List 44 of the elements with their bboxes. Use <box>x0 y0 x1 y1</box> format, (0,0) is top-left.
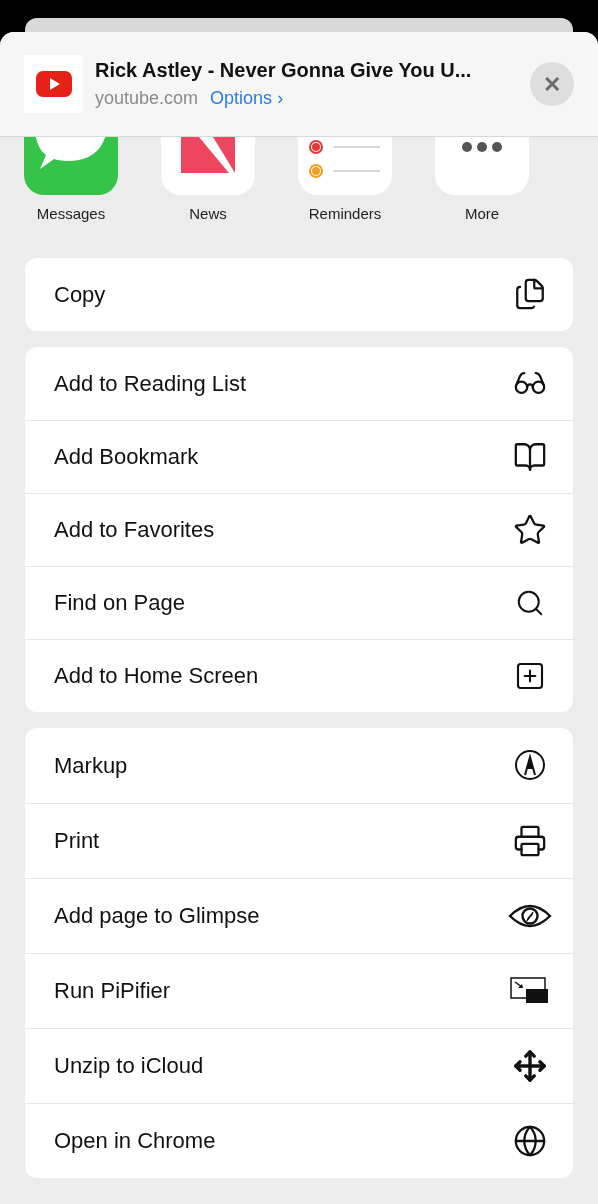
page-title: Rick Astley - Never Gonna Give You U... <box>95 57 473 83</box>
news-app-icon[interactable] <box>161 137 255 195</box>
reminders-app-icon[interactable] <box>298 137 392 195</box>
globe-icon <box>513 1123 547 1158</box>
documents-icon <box>513 277 547 311</box>
messages-app-icon[interactable] <box>24 137 118 195</box>
action-label: Add to Reading List <box>54 369 247 398</box>
action-row[interactable]: Run PiPifier <box>25 952 573 1028</box>
action-label: Add page to Glimpse <box>54 902 260 930</box>
action-row[interactable]: Markup <box>25 727 573 803</box>
action-row[interactable]: Add page to Glimpse <box>25 877 573 953</box>
action-row[interactable]: Add Bookmark <box>25 419 573 493</box>
printer-icon <box>513 823 547 858</box>
action-row[interactable]: Unzip to iCloud <box>25 1027 573 1103</box>
star-icon <box>513 512 547 547</box>
options-link[interactable]: Options › <box>210 84 284 112</box>
action-row[interactable]: Open in Chrome <box>25 1102 573 1178</box>
app-label: Messages <box>36 204 106 224</box>
picture-in-picture-icon <box>510 976 550 1005</box>
more-icon[interactable] <box>435 137 529 195</box>
action-row[interactable]: Print <box>25 802 573 878</box>
action-label: Add to Favorites <box>54 516 215 544</box>
action-label: Open in Chrome <box>54 1127 216 1155</box>
action-row[interactable]: Add to Favorites <box>25 492 573 566</box>
app-label: More <box>464 204 500 224</box>
action-label: Add to Home Screen <box>54 662 259 690</box>
page-domain: youtube.com <box>95 86 199 110</box>
action-row[interactable]: Add to Reading List <box>25 346 573 420</box>
app-label: News <box>189 204 227 224</box>
action-label: Add Bookmark <box>54 443 199 471</box>
app-label: Reminders <box>308 204 382 224</box>
action-row[interactable]: Add to Home Screen <box>25 638 573 712</box>
action-label: Copy <box>54 280 106 309</box>
action-label: Run PiPifier <box>54 977 171 1005</box>
move-arrows-icon <box>513 1048 547 1083</box>
action-row[interactable]: Copy <box>25 257 573 331</box>
action-label: Markup <box>54 751 128 780</box>
pen-tip-icon <box>514 749 546 781</box>
action-row[interactable]: Find on Page <box>25 565 573 639</box>
close-button[interactable]: ✕ <box>530 62 574 106</box>
action-label: Find on Page <box>54 589 185 617</box>
action-label: Unzip to iCloud <box>54 1052 204 1080</box>
youtube-logo-icon <box>24 55 83 113</box>
action-label: Print <box>54 827 100 855</box>
